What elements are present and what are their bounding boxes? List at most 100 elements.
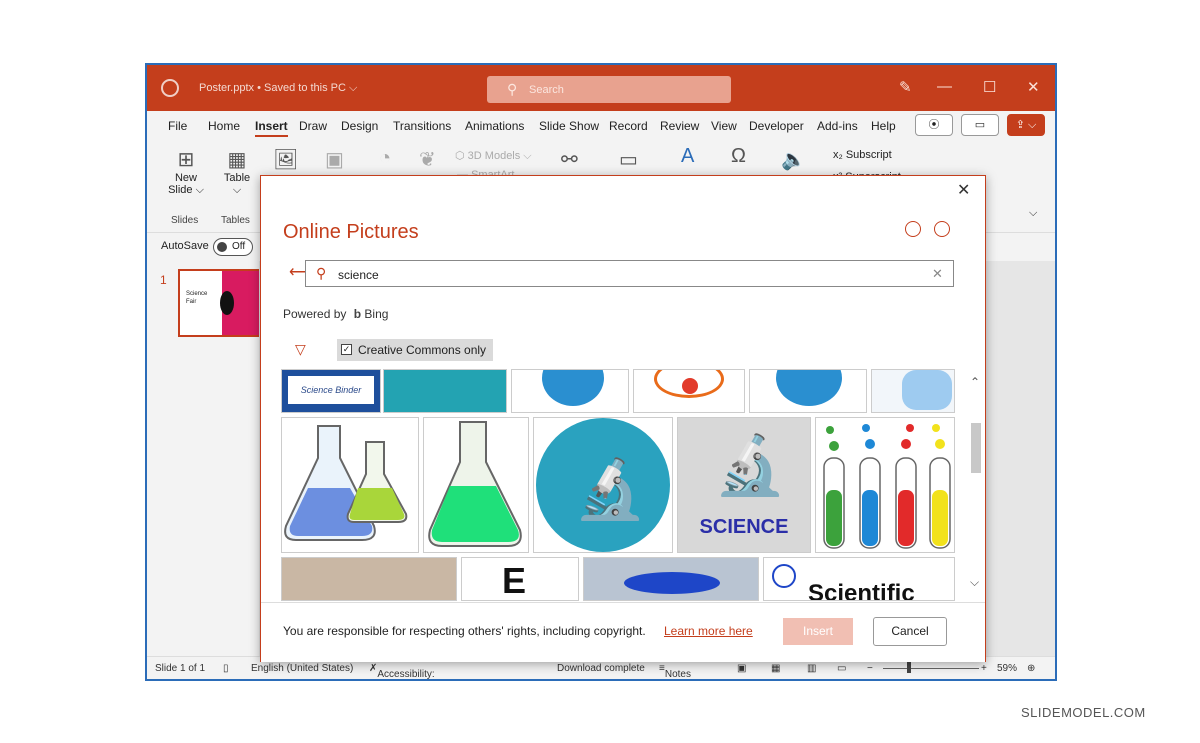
powered-by-label: Powered by (283, 307, 347, 321)
normal-view-icon[interactable]: ▣ (737, 663, 746, 674)
autosave-toggle[interactable]: Off (213, 238, 253, 256)
symbol-icon[interactable]: Ω (731, 145, 746, 168)
thumb-subtitle: Fair (186, 299, 197, 305)
pictures-icon[interactable]: 🖼 (273, 147, 298, 172)
maximize-button[interactable]: ☐ (983, 78, 996, 96)
tab-review[interactable]: Review (660, 119, 699, 133)
tab-insert[interactable]: Insert (255, 119, 288, 137)
cancel-button[interactable]: Cancel (873, 617, 947, 646)
image-result[interactable] (815, 417, 955, 553)
image-result[interactable] (423, 417, 529, 553)
tab-draw[interactable]: Draw (299, 119, 327, 133)
image-result[interactable] (749, 369, 867, 413)
image-result[interactable] (583, 557, 759, 601)
fit-slide-icon[interactable]: ⊕ (1027, 663, 1035, 674)
microscope-icon: 🔬 (574, 457, 647, 522)
new-slide-button[interactable]: ⊞ New Slide ⌵ (161, 147, 211, 197)
table-icon: ▦ (227, 149, 247, 171)
record-button[interactable]: ⦿ (915, 114, 953, 136)
subscript-button[interactable]: x₂ Subscript (833, 149, 892, 161)
lab-dish-shape (624, 572, 720, 594)
sorter-view-icon[interactable]: ▦ (771, 663, 780, 674)
scientific-logo-icon (772, 564, 796, 588)
autosave-label: AutoSave (161, 240, 209, 252)
image-result[interactable] (281, 417, 419, 553)
ribbon-expand-icon[interactable]: ⌵ (1029, 207, 1037, 220)
tab-design[interactable]: Design (341, 119, 378, 133)
table-button[interactable]: ▦ Table ⌵ (217, 147, 257, 197)
text-icon[interactable]: A (681, 145, 694, 168)
frown-feedback-icon[interactable] (934, 221, 950, 237)
table-label: Table (223, 172, 251, 184)
3d-models-button[interactable]: ⬡ 3D Models ⌵ (455, 149, 532, 163)
audio-icon[interactable]: 🔈 (781, 147, 806, 172)
subscript-label: Subscript (845, 149, 892, 161)
learn-more-link[interactable]: Learn more here (664, 624, 753, 638)
scroll-up-icon[interactable]: ⌃ (970, 375, 980, 389)
zoom-slider[interactable] (883, 668, 979, 669)
tab-view[interactable]: View (711, 119, 737, 133)
flask-shape (542, 370, 604, 406)
image-result[interactable]: Scientific (763, 557, 955, 601)
image-result[interactable] (383, 369, 507, 413)
title-search-box[interactable]: ⚲ Search (487, 76, 731, 103)
designer-wand-icon[interactable]: ✎ (899, 78, 912, 96)
tab-home[interactable]: Home (208, 119, 240, 133)
file-name: Poster.pptx (199, 82, 255, 94)
group-slides-label: Slides (171, 215, 199, 226)
image-result[interactable]: E (461, 557, 579, 601)
tab-file[interactable]: File (168, 119, 187, 133)
accessibility-label: Accessibility: Investigate (377, 669, 435, 680)
tab-transitions[interactable]: Transitions (393, 119, 451, 133)
dialog-close-button[interactable]: ✕ (957, 180, 970, 200)
smile-feedback-icon[interactable] (905, 221, 921, 237)
online-pictures-dialog: ✕ Online Pictures ⟵ ⚲ science ✕ Powered … (260, 175, 986, 662)
zoom-slider-thumb[interactable] (907, 662, 911, 673)
image-search-input[interactable]: ⚲ science ✕ (305, 260, 954, 287)
language-status[interactable]: English (United States) (251, 663, 353, 674)
tab-developer[interactable]: Developer (749, 119, 804, 133)
slideshow-view-icon[interactable]: ▭ (837, 663, 846, 674)
tab-slide-show[interactable]: Slide Show (539, 119, 599, 133)
spellcheck-icon[interactable]: ▯ (223, 663, 229, 674)
comment-icon[interactable]: ▭ (619, 147, 638, 172)
tab-add-ins[interactable]: Add-ins (817, 119, 858, 133)
zoom-out-button[interactable]: − (867, 663, 873, 674)
creative-commons-toggle[interactable]: ✓ Creative Commons only (337, 339, 493, 361)
share-button[interactable]: ⇪ ⌵ (1007, 114, 1045, 136)
flask-shape (776, 370, 842, 406)
scrollbar-thumb[interactable] (971, 423, 981, 473)
link-icon[interactable]: ⚯ (561, 147, 578, 172)
image-result[interactable]: 🔬 SCIENCE (677, 417, 811, 553)
tab-animations[interactable]: Animations (465, 119, 524, 133)
group-tables-label: Tables (221, 215, 250, 226)
reading-view-icon[interactable]: ▥ (807, 663, 816, 674)
cc-checkbox[interactable]: ✓ (341, 344, 352, 355)
image-result[interactable]: 🔬 (533, 417, 673, 553)
screenshot-icon[interactable]: ▣ (325, 147, 344, 172)
close-window-button[interactable]: ✕ (1027, 78, 1040, 96)
zoom-level[interactable]: 59% (997, 663, 1017, 674)
image-result[interactable] (871, 369, 955, 413)
slide-thumbnail[interactable]: Science Fair (178, 269, 262, 337)
image-result[interactable] (633, 369, 745, 413)
tab-record[interactable]: Record (609, 119, 648, 133)
zoom-in-button[interactable]: + (981, 663, 987, 674)
image-result[interactable] (281, 557, 457, 601)
insert-button[interactable]: Insert (783, 618, 853, 645)
tab-help[interactable]: Help (871, 119, 896, 133)
accessibility-status[interactable]: ✗ Accessibility: Investigate (369, 663, 435, 679)
clear-search-icon[interactable]: ✕ (932, 266, 943, 282)
image-result[interactable]: Science Binder (281, 369, 381, 413)
filter-icon[interactable]: ▽ (295, 341, 306, 358)
notes-button[interactable]: ≡ Notes (659, 663, 691, 679)
icons-icon[interactable]: ❦ (419, 147, 436, 172)
scroll-down-icon[interactable]: ⌵ (970, 575, 979, 590)
comments-button[interactable]: ▭ (961, 114, 999, 136)
results-scrollbar[interactable]: ⌃ ⌵ (967, 369, 985, 601)
bing-logo-icon: b (353, 307, 362, 321)
minimize-button[interactable]: — (937, 78, 952, 95)
document-title[interactable]: Poster.pptx • Saved to this PC ⌵ (199, 82, 357, 95)
shapes-icon[interactable]: ◔ (379, 147, 391, 170)
image-result[interactable] (511, 369, 629, 413)
